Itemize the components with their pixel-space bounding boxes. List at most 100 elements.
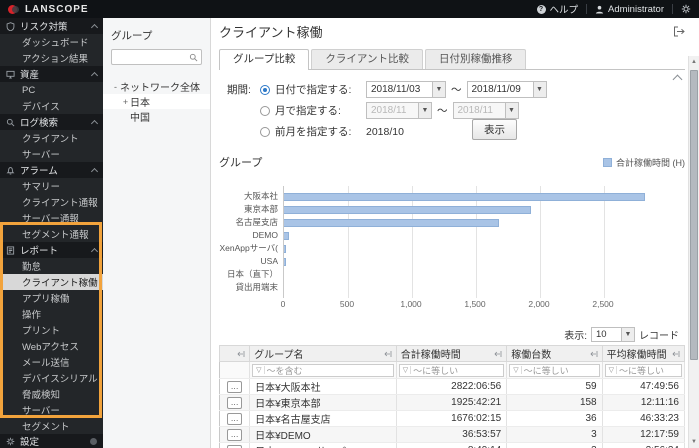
filter-input[interactable]: ▽～に等しい bbox=[399, 364, 504, 377]
scrollbar-thumb[interactable] bbox=[690, 70, 698, 360]
chart-category-label: 貸出用端末 bbox=[219, 281, 283, 294]
row-menu-button[interactable]: … bbox=[227, 397, 242, 409]
chart-bar[interactable] bbox=[284, 206, 531, 214]
filter-funnel-icon[interactable]: ▽ bbox=[513, 366, 521, 374]
sidebar-item[interactable]: 脅威検知 bbox=[0, 386, 103, 402]
filter-funnel-icon[interactable]: ▽ bbox=[403, 366, 411, 374]
date-from-value: 2018/11/03 bbox=[367, 84, 432, 95]
help-label: ヘルプ bbox=[550, 2, 579, 16]
sidebar-item[interactable]: メール送信 bbox=[0, 354, 103, 370]
chevron-up-icon bbox=[91, 71, 98, 78]
table-row: …日本¥東京本部1925:42:2115812:11:16 bbox=[220, 395, 685, 411]
sidebar-item[interactable]: 操作 bbox=[0, 306, 103, 322]
row-menu-button[interactable]: … bbox=[227, 381, 242, 393]
collapse-toggle-icon[interactable] bbox=[90, 438, 97, 445]
filter-input[interactable]: ▽～に等しい bbox=[509, 364, 599, 377]
filter-funnel-icon[interactable]: ▽ bbox=[256, 366, 264, 374]
sidebar-item[interactable]: クライアント通報 bbox=[0, 194, 103, 210]
scroll-down-icon[interactable]: ▼ bbox=[689, 437, 699, 447]
filter-funnel-icon[interactable]: ▽ bbox=[609, 366, 617, 374]
tab-client-comparison[interactable]: クライアント比較 bbox=[311, 49, 423, 69]
row-menu-button[interactable]: … bbox=[227, 413, 242, 425]
cell-total-time: 36:53:57 bbox=[396, 427, 506, 443]
settings-gear-icon[interactable] bbox=[681, 4, 691, 14]
tree-item[interactable]: -ネットワーク全体 bbox=[103, 79, 210, 94]
user-menu[interactable]: Administrator bbox=[595, 4, 664, 15]
chart-bar[interactable] bbox=[284, 245, 286, 253]
scroll-up-icon[interactable]: ▲ bbox=[689, 57, 699, 67]
record-pager: 表示: 10 ▼ レコード bbox=[219, 327, 685, 342]
tree-item-label: 中国 bbox=[130, 109, 150, 124]
sidebar-item[interactable]: セグメント bbox=[0, 418, 103, 434]
sidebar-item-settings[interactable]: 設定 bbox=[0, 434, 103, 448]
tree-item[interactable]: 中国 bbox=[103, 109, 210, 124]
expand-icon[interactable]: + bbox=[121, 97, 130, 107]
filter-cell-empty bbox=[220, 362, 250, 379]
sidebar-item[interactable]: ダッシュボード bbox=[0, 34, 103, 50]
chart-bar[interactable] bbox=[284, 258, 286, 266]
sidebar-item[interactable]: クライアント bbox=[0, 130, 103, 146]
collapse-icon[interactable]: - bbox=[111, 82, 120, 92]
sidebar-item[interactable]: サーバー bbox=[0, 402, 103, 418]
sidebar-item[interactable]: デバイスシリアル bbox=[0, 370, 103, 386]
radio-month-range[interactable] bbox=[260, 106, 270, 116]
sidebar-item[interactable]: セグメント通報 bbox=[0, 226, 103, 242]
show-button[interactable]: 表示 bbox=[472, 119, 517, 140]
sidebar-item[interactable]: アクション結果 bbox=[0, 50, 103, 66]
sidebar-item[interactable]: クライアント稼働 bbox=[0, 274, 103, 290]
column-pin-icon[interactable] bbox=[672, 350, 680, 358]
filter-placeholder: ～を含む bbox=[267, 364, 303, 377]
group-search-input[interactable] bbox=[112, 52, 189, 62]
vertical-scrollbar[interactable]: ▲ ▼ bbox=[688, 56, 699, 448]
radio-date-range[interactable] bbox=[260, 85, 270, 95]
cell-group-name: 日本¥大阪本社 bbox=[250, 379, 397, 395]
column-pin-icon[interactable] bbox=[590, 350, 598, 358]
filter-placeholder: ～に等しい bbox=[619, 364, 664, 377]
export-icon[interactable] bbox=[673, 26, 685, 37]
tab-date-trend[interactable]: 日付別稼働推移 bbox=[425, 49, 527, 69]
sidebar-section[interactable]: 資産 bbox=[0, 66, 103, 82]
chart-bar[interactable] bbox=[284, 232, 289, 240]
page-size-select[interactable]: 10 ▼ bbox=[591, 327, 635, 342]
date-from-select[interactable]: 2018/11/03 ▼ bbox=[366, 81, 446, 98]
date-to-select[interactable]: 2018/11/09 ▼ bbox=[467, 81, 547, 98]
sidebar-item[interactable]: Webアクセス bbox=[0, 338, 103, 354]
chart-bar-row bbox=[284, 203, 667, 216]
chart-bar[interactable] bbox=[284, 193, 645, 201]
filter-input[interactable]: ▽～に等しい bbox=[605, 364, 682, 377]
sidebar-item[interactable]: アプリ稼働 bbox=[0, 290, 103, 306]
column-header[interactable]: 合計稼働時間 bbox=[396, 346, 506, 362]
filter-input[interactable]: ▽～を含む bbox=[252, 364, 394, 377]
sidebar-item[interactable]: サマリー bbox=[0, 178, 103, 194]
sidebar-section[interactable]: レポート bbox=[0, 242, 103, 258]
sidebar-section[interactable]: アラーム bbox=[0, 162, 103, 178]
period-panel: 期間: 日付で指定する: 2018/11/03 ▼ ～ 2018/11/09 ▼… bbox=[219, 70, 685, 144]
sidebar-item[interactable]: 勤怠 bbox=[0, 258, 103, 274]
radio-previous-month[interactable] bbox=[260, 127, 270, 137]
radio-date-range-label: 日付で指定する: bbox=[275, 82, 361, 97]
cell-device-count: 59 bbox=[507, 379, 602, 395]
sidebar-item[interactable]: サーバー通報 bbox=[0, 210, 103, 226]
column-header[interactable]: グループ名 bbox=[250, 346, 397, 362]
sidebar-item[interactable]: プリント bbox=[0, 322, 103, 338]
tree-item-label: 日本 bbox=[130, 94, 150, 109]
sidebar-item[interactable]: サーバー bbox=[0, 146, 103, 162]
chart-bar-row bbox=[284, 242, 667, 255]
tree-item[interactable]: +日本 bbox=[103, 94, 210, 109]
column-header[interactable]: 平均稼働時間 bbox=[602, 346, 684, 362]
sidebar-section[interactable]: リスク対策 bbox=[0, 18, 103, 34]
column-pin-icon[interactable] bbox=[494, 350, 502, 358]
row-menu-button[interactable]: … bbox=[227, 429, 242, 441]
sidebar-item[interactable]: PC bbox=[0, 82, 103, 98]
row-menu-button[interactable]: … bbox=[227, 445, 242, 448]
chart-bar[interactable] bbox=[284, 219, 499, 227]
chevron-up-icon bbox=[91, 119, 98, 126]
column-header[interactable]: 稼働台数 bbox=[507, 346, 602, 362]
tab-group-comparison[interactable]: グループ比較 bbox=[219, 49, 309, 70]
chevron-down-icon: ▼ bbox=[621, 328, 634, 341]
sidebar-section[interactable]: ログ検索 bbox=[0, 114, 103, 130]
column-pin-icon[interactable] bbox=[384, 350, 392, 358]
sidebar-item[interactable]: デバイス bbox=[0, 98, 103, 114]
help-button[interactable]: ? ヘルプ bbox=[537, 2, 579, 16]
column-pin-icon[interactable] bbox=[237, 350, 245, 358]
